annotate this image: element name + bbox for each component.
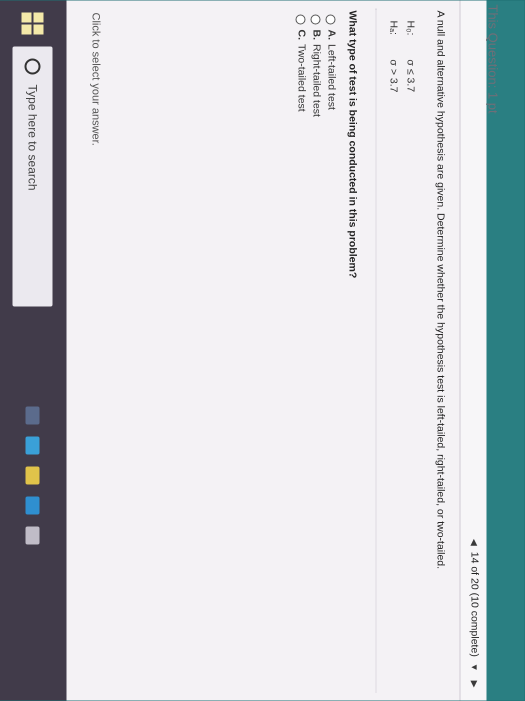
radio-icon[interactable] <box>296 14 306 25</box>
hypothesis-statement: σ ≤ 3.7 <box>404 59 417 93</box>
edge-icon[interactable] <box>26 436 40 455</box>
task-view-icon[interactable] <box>26 406 40 425</box>
progress-nav: ◀ 14 of 20 (10 complete) ▼ ▶ <box>469 536 481 691</box>
taskbar-search[interactable]: Type here to search <box>13 46 53 307</box>
previous-question-icon[interactable]: ◀ <box>469 539 480 546</box>
laptop-screen: This Question: 1 pt ◀ 14 of 20 (10 compl… <box>0 0 525 701</box>
null-hypothesis: H₀: σ ≤ 3.7 <box>402 21 419 93</box>
radio-icon[interactable] <box>326 14 336 25</box>
divider <box>375 8 377 693</box>
hypothesis-name: H₀: <box>404 20 417 36</box>
question-points-label: This Question: 1 pt <box>485 4 501 114</box>
search-placeholder: Type here to search <box>26 84 40 191</box>
taskbar-apps <box>26 406 40 545</box>
radio-icon[interactable] <box>311 14 321 25</box>
store-icon[interactable] <box>26 496 40 515</box>
question-list-dropdown-icon[interactable]: ▼ <box>470 663 480 672</box>
question-prompt: A null and alternative hypothesis are gi… <box>434 10 447 570</box>
answer-options: A. Left-tailed test B. Right-tailed test… <box>294 14 339 117</box>
file-explorer-icon[interactable] <box>26 466 40 485</box>
hypothesis-statement: σ > 3.7 <box>387 59 400 93</box>
option-b[interactable]: B. Right-tailed test <box>309 14 324 117</box>
progress-text: 14 of 20 (10 complete) <box>468 551 481 657</box>
option-key: A. <box>325 29 338 41</box>
hypothesis-name: Hₐ: <box>387 20 400 35</box>
click-hint: Click to select your answer. <box>89 12 102 146</box>
question-ask: What type of test is being conducted in … <box>346 10 359 279</box>
option-a[interactable]: A. Left-tailed test <box>324 14 339 117</box>
alternative-hypothesis: Hₐ: σ > 3.7 <box>385 21 402 93</box>
hypotheses: H₀: σ ≤ 3.7 Hₐ: σ > 3.7 <box>385 21 419 93</box>
taskbar: Type here to search <box>0 0 67 701</box>
option-label: Left-tailed test <box>325 44 338 110</box>
option-label: Right-tailed test <box>310 44 323 117</box>
windows-start-icon[interactable] <box>22 12 44 35</box>
option-key: C. <box>295 29 308 41</box>
question-header: This Question: 1 pt ◀ 14 of 20 (10 compl… <box>459 0 501 701</box>
mail-icon[interactable] <box>26 526 40 545</box>
next-question-icon[interactable]: ▶ <box>469 681 480 688</box>
question-page: This Question: 1 pt ◀ 14 of 20 (10 compl… <box>66 0 501 701</box>
option-key: B. <box>310 29 323 41</box>
option-label: Two-tailed test <box>295 44 308 112</box>
cortana-icon <box>25 58 41 75</box>
option-c[interactable]: C. Two-tailed test <box>294 14 309 117</box>
